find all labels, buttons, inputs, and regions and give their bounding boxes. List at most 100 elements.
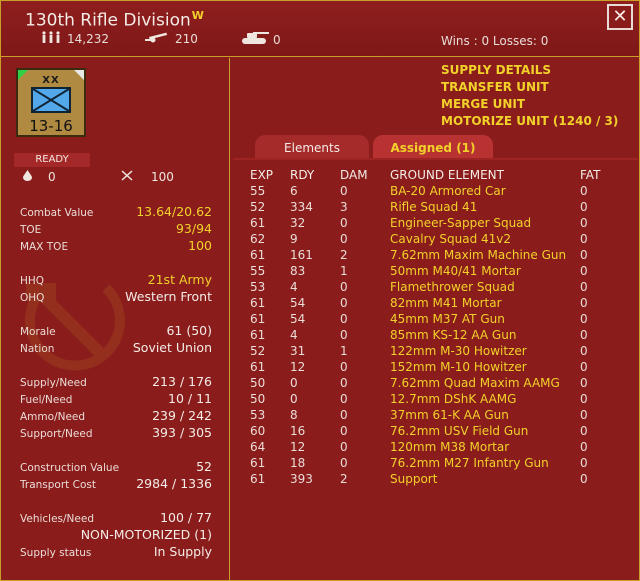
combat-value: 13.64/20.62 (136, 204, 212, 219)
combat-value-row: Combat Value 13.64/20.62 (20, 204, 212, 220)
ohq-value[interactable]: Western Front (125, 289, 212, 304)
cell-name: 76.2mm M27 Infantry Gun (390, 456, 549, 470)
cell-dam: 2 (340, 472, 348, 486)
cell-name: 12.7mm DShK AAMG (390, 392, 517, 406)
cell-fat: 0 (580, 264, 588, 278)
cell-dam: 0 (340, 392, 348, 406)
cell-dam: 3 (340, 200, 348, 214)
cell-exp: 61 (250, 328, 266, 342)
cell-dam: 0 (340, 408, 348, 422)
cell-name: Cavalry Squad 41v2 (390, 232, 512, 246)
col-fat-header[interactable]: FAT (580, 168, 600, 182)
unit-badge: W (191, 9, 204, 22)
col-name-header[interactable]: GROUND ELEMENT (390, 168, 504, 182)
max-toe-label: MAX TOE (20, 241, 69, 253)
transfer-unit-link[interactable]: TRANSFER UNIT (441, 80, 618, 97)
cell-rdy: 161 (290, 248, 313, 262)
cell-name: 76.2mm USV Field Gun (390, 424, 529, 438)
cell-dam: 1 (340, 344, 348, 358)
cell-name: 85mm KS-12 AA Gun (390, 328, 517, 342)
cell-fat: 0 (580, 216, 588, 230)
combat-value-label: Combat Value (20, 207, 94, 219)
unit-name: 130th Rifle Division (25, 10, 191, 31)
ready-status-badge: READY (14, 153, 90, 167)
cell-dam: 0 (340, 296, 348, 310)
men-stat: 14,232 (41, 31, 109, 46)
morale-label: Morale (20, 326, 56, 338)
cell-name: 37mm 61-K AA Gun (390, 408, 509, 422)
cell-name: Engineer-Sapper Squad (390, 216, 532, 230)
supply-status-row: Supply status In Supply (20, 544, 212, 560)
cell-fat: 0 (580, 344, 588, 358)
cell-fat: 0 (580, 392, 588, 406)
unit-info-panel: XX 13-16 READY 0 100 Combat Value 13.64/… (1, 58, 230, 580)
cell-exp: 50 (250, 392, 266, 406)
supply-status-value: In Supply (153, 544, 212, 559)
cell-fat: 0 (580, 248, 588, 262)
hhq-row: HHQ 21st Army (20, 272, 212, 288)
tab-elements[interactable]: Elements (255, 135, 369, 159)
cell-rdy: 54 (290, 296, 306, 310)
transport-row: Transport Cost 2984 / 1336 (20, 476, 212, 492)
cell-rdy: 8 (290, 408, 298, 422)
cell-rdy: 334 (290, 200, 313, 214)
cell-exp: 50 (250, 376, 266, 390)
cell-rdy: 6 (290, 184, 298, 198)
supply-details-link[interactable]: SUPPLY DETAILS (441, 63, 618, 80)
cell-exp: 61 (250, 360, 266, 374)
cell-exp: 62 (250, 232, 266, 246)
cell-fat: 0 (580, 456, 588, 470)
nation-label: Nation (20, 343, 55, 355)
tab-assigned[interactable]: Assigned (1) (373, 135, 493, 159)
cell-fat: 0 (580, 232, 588, 246)
cell-rdy: 4 (290, 328, 298, 342)
cell-rdy: 31 (290, 344, 306, 358)
support-value: 393 / 305 (152, 425, 212, 440)
max-toe-value: 100 (188, 238, 212, 253)
cell-rdy: 83 (290, 264, 306, 278)
cell-dam: 1 (340, 264, 348, 278)
cell-fat: 0 (580, 280, 588, 294)
unit-counter[interactable]: XX 13-16 (16, 68, 86, 137)
drop-icon (23, 170, 32, 184)
cell-exp: 61 (250, 472, 266, 486)
supply-value: 213 / 176 (152, 374, 212, 389)
infantry-symbol-icon (31, 87, 71, 113)
nation-row: Nation Soviet Union (20, 340, 212, 356)
hhq-value[interactable]: 21st Army (148, 272, 212, 287)
motorize-unit-link[interactable]: MOTORIZE UNIT (1240 / 3) (441, 114, 618, 131)
motorization-status: NON-MOTORIZED (1) (80, 527, 212, 542)
vehicles-value: 100 / 77 (160, 510, 212, 525)
max-toe-row: MAX TOE 100 (20, 238, 212, 254)
col-dam-header[interactable]: DAM (340, 168, 368, 182)
support-label: Support/Need (20, 428, 93, 440)
transport-value: 2984 / 1336 (136, 476, 212, 491)
construction-row: Construction Value 52 (20, 459, 212, 475)
col-rdy-header[interactable]: RDY (290, 168, 314, 182)
cell-name: 50mm M40/41 Mortar (390, 264, 521, 278)
col-exp-header[interactable]: EXP (250, 168, 273, 182)
supply-label: Supply/Need (20, 377, 87, 389)
cell-fat: 0 (580, 472, 588, 486)
cell-exp: 61 (250, 456, 266, 470)
cell-exp: 64 (250, 440, 266, 454)
cell-rdy: 18 (290, 456, 306, 470)
cell-name: 82mm M41 Mortar (390, 296, 502, 310)
cell-dam: 0 (340, 424, 348, 438)
cell-rdy: 54 (290, 312, 306, 326)
cell-exp: 61 (250, 312, 266, 326)
cell-rdy: 12 (290, 440, 306, 454)
cell-exp: 55 (250, 264, 266, 278)
close-button[interactable]: ✕ (607, 4, 633, 30)
hhq-label: HHQ (20, 275, 45, 287)
merge-unit-link[interactable]: MERGE UNIT (441, 97, 618, 114)
ammo-label: Ammo/Need (20, 411, 86, 423)
cell-exp: 55 (250, 184, 266, 198)
cell-name: Support (390, 472, 438, 486)
ohq-label: OHQ (20, 292, 45, 304)
cell-dam: 0 (340, 456, 348, 470)
artillery-icon (145, 31, 169, 46)
cell-name: Flamethrower Squad (390, 280, 515, 294)
unit-size-mark: XX (42, 75, 60, 86)
cell-fat: 0 (580, 424, 588, 438)
